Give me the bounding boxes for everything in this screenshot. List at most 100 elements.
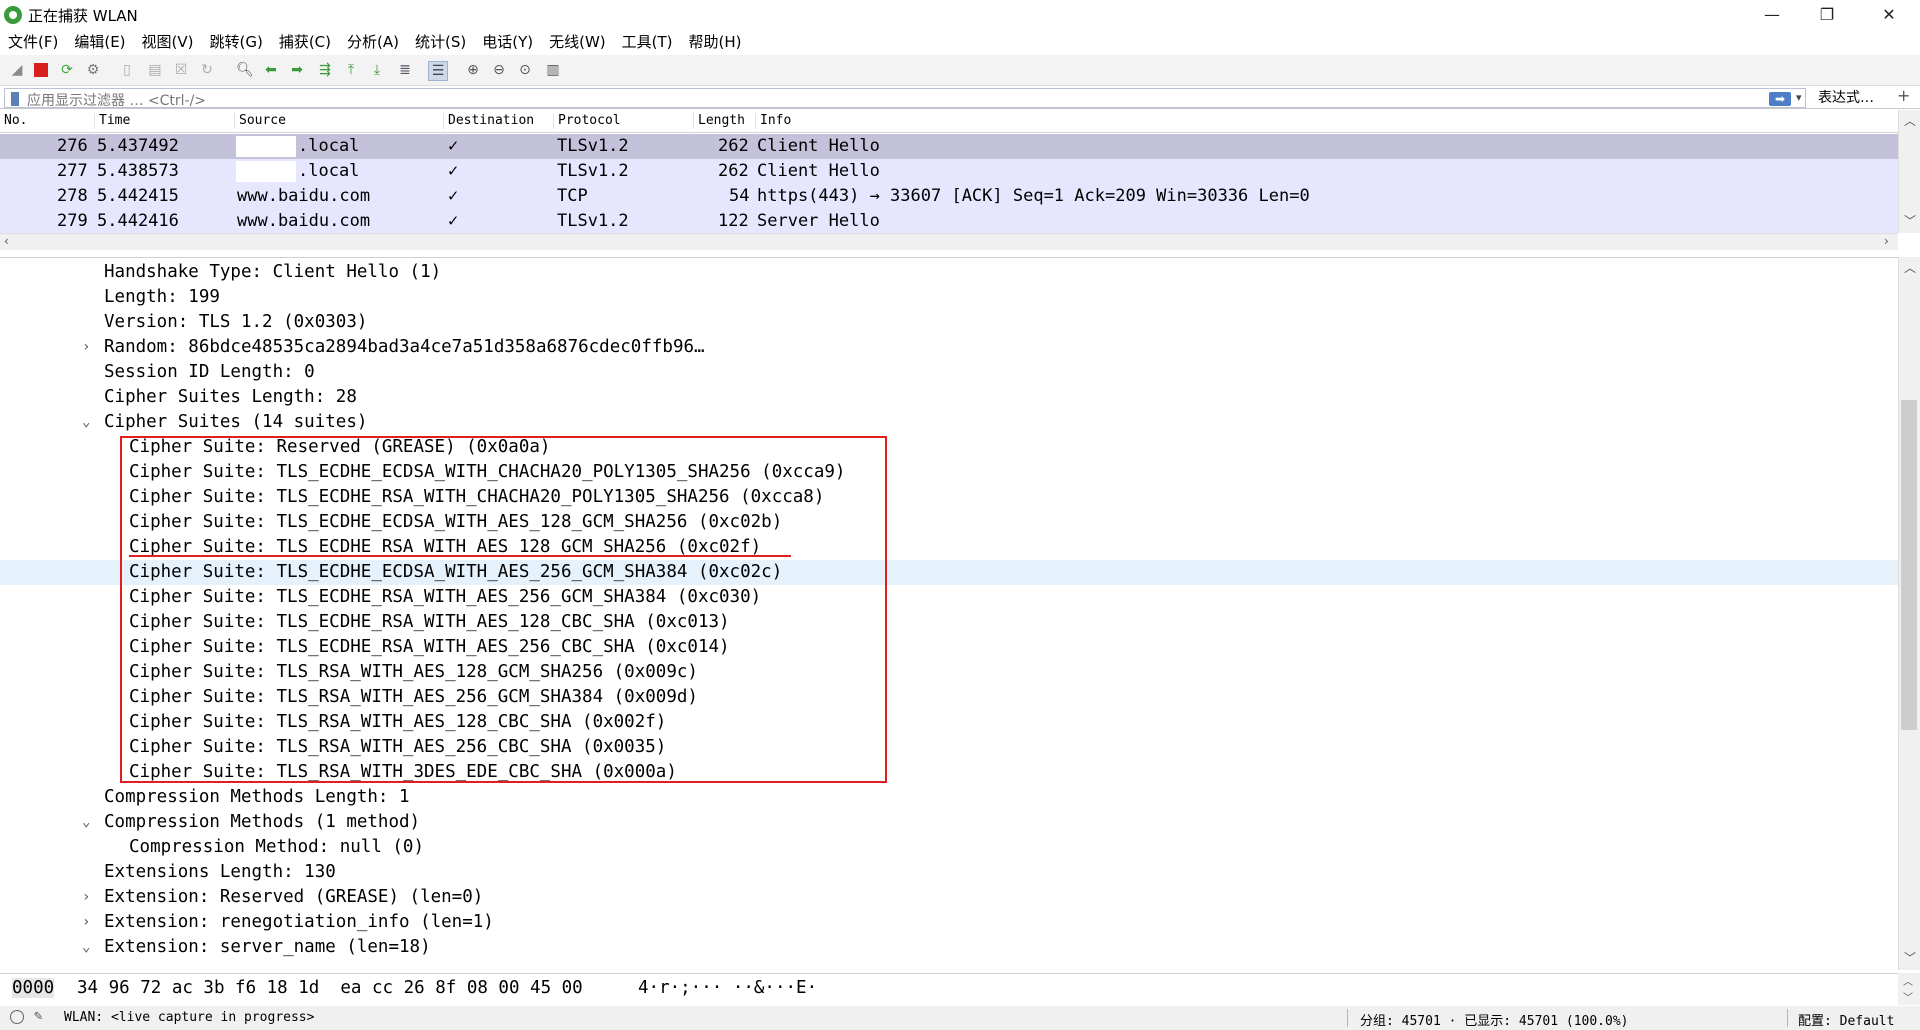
col-length[interactable]: Length [693,113,745,129]
col-protocol[interactable]: Protocol [553,113,621,129]
detail-item-text: Session ID Length: 0 [104,362,315,382]
zoom-in-icon[interactable]: ⊕ [464,61,482,79]
menu-capture[interactable]: 捕获(C) [271,30,339,55]
close-button[interactable]: ✕ [1862,0,1916,30]
scroll-up-icon[interactable]: ︿ [1903,973,1913,988]
chevron-down-icon[interactable]: ▾ [1796,91,1802,104]
shark-fin-icon[interactable]: ◢ [8,61,26,79]
col-destination[interactable]: Destination [443,113,534,129]
detail-tree-item[interactable]: Length: 199 [0,285,1898,310]
go-back-icon[interactable]: ⬅ [262,61,280,79]
profile-label[interactable]: 配置: Default [1798,1010,1894,1029]
packet-row[interactable]: 278 5.442415 www.baidu.com ✓ TCP 54 http… [0,184,1898,209]
detail-tree-item[interactable]: ⌄ Compression Methods (1 method) [0,810,1898,835]
packet-time: 5.437492 [97,136,179,156]
detail-tree-item[interactable]: › Extension: renegotiation_info (len=1) [0,910,1898,935]
scroll-up-icon[interactable]: ︿ [1904,259,1916,276]
expression-button[interactable]: 表达式… [1818,87,1874,107]
detail-tree-item[interactable]: Compression Methods Length: 1 [0,785,1898,810]
detail-tree-item[interactable]: Cipher Suites Length: 28 [0,385,1898,410]
col-no[interactable]: No. [0,113,27,129]
menu-view[interactable]: 视图(V) [134,30,202,55]
expand-chevron-down-icon[interactable]: ⌄ [82,410,90,435]
zoom-out-icon[interactable]: ⊖ [490,61,508,79]
go-last-icon[interactable]: ⤓ [368,61,386,79]
menu-telephony[interactable]: 电话(Y) [474,30,541,55]
packet-row[interactable]: 277 5.438573 .local ✓ TLSv1.2 262 Client… [0,159,1898,184]
minimize-button[interactable]: — [1745,0,1799,30]
scroll-right-icon[interactable]: › [1884,234,1889,248]
menu-statistics[interactable]: 统计(S) [407,30,474,55]
col-info[interactable]: Info [755,113,791,129]
col-time[interactable]: Time [94,113,130,129]
window-title: 正在捕获 WLAN [28,7,138,25]
menu-help[interactable]: 帮助(H) [681,30,750,55]
menu-wireless[interactable]: 无线(W) [541,30,614,55]
restart-capture-icon[interactable]: ⟳ [58,61,76,79]
bookmark-icon[interactable] [11,92,19,106]
detail-tree-item[interactable]: ⌄ Cipher Suites (14 suites) [0,410,1898,435]
open-file-icon[interactable]: ▯ [118,61,136,79]
detail-tree-item[interactable]: Session ID Length: 0 [0,360,1898,385]
menu-tools[interactable]: 工具(T) [614,30,681,55]
expand-chevron-down-icon[interactable]: ⌄ [82,810,90,835]
detail-tree-item[interactable]: Version: TLS 1.2 (0x0303) [0,310,1898,335]
detail-tree-item[interactable]: › Extension: Reserved (GREASE) (len=0) [0,885,1898,910]
resize-columns-icon[interactable]: ▥ [544,61,562,79]
go-forward-icon[interactable]: ➡ [288,61,306,79]
capture-options-icon[interactable]: ⚙ [84,61,102,79]
bytes-vertical-scrollbar[interactable]: ︿ ﹀ [1898,973,1920,1005]
scroll-left-icon[interactable]: ‹ [4,234,9,248]
packet-info: https(443) → 33607 [ACK] Seq=1 Ack=209 W… [757,186,1310,206]
detail-tree-item[interactable]: › Random: 86bdce48535ca2894bad3a4ce7a51d3… [0,335,1898,360]
redacted-source [236,136,296,157]
maximize-button[interactable]: ❐ [1800,0,1854,30]
auto-scroll-icon[interactable]: ≣ [396,61,414,79]
detail-tree-item[interactable]: ⌄ Extension: server_name (len=18) [0,935,1898,960]
byte-hex[interactable]: 34 96 72 ac 3b f6 18 1d ea cc 26 8f 08 0… [77,978,583,998]
packet-list-vertical-scrollbar[interactable]: ︿ ﹀ [1898,110,1920,233]
expert-info-icon[interactable] [10,1010,24,1024]
col-source[interactable]: Source [234,113,286,129]
go-first-icon[interactable]: ⤒ [342,61,360,79]
scroll-down-icon[interactable]: ﹀ [1903,989,1913,1004]
detail-item-text: Compression Methods (1 method) [104,812,421,832]
menu-file[interactable]: 文件(F) [0,30,66,55]
zoom-normal-icon[interactable]: ⊙ [516,61,534,79]
expand-chevron-right-icon[interactable]: › [82,335,90,360]
packet-list-horizontal-scrollbar[interactable]: ‹ › [0,233,1898,250]
go-to-packet-icon[interactable]: ⇶ [316,61,334,79]
packet-row[interactable]: 279 5.442416 www.baidu.com ✓ TLSv1.2 122… [0,209,1898,234]
menu-go[interactable]: 跳转(G) [202,30,271,55]
title-bar: 正在捕获 WLAN — ❐ ✕ [0,0,1920,30]
packet-info: Client Hello [757,136,880,156]
stop-capture-icon[interactable] [32,61,50,79]
scroll-down-icon[interactable]: ﹀ [1904,949,1916,966]
colorize-icon[interactable]: ☰ [428,61,448,81]
display-filter-input[interactable]: 应用显示过滤器 … <Ctrl-/> ➡ ▾ [4,88,1806,109]
menu-edit[interactable]: 编辑(E) [66,30,133,55]
save-file-icon[interactable]: ▤ [146,61,164,79]
expand-chevron-right-icon[interactable]: › [82,885,90,910]
close-file-icon[interactable]: ☒ [172,61,190,79]
detail-item-text: Version: TLS 1.2 (0x0303) [104,312,368,332]
find-packet-icon[interactable]: 🔍︎ [236,61,254,79]
detail-tree-item[interactable]: Compression Method: null (0) [0,835,1898,860]
scroll-up-icon[interactable]: ︿ [1904,112,1916,129]
menu-analyze[interactable]: 分析(A) [339,30,407,55]
capture-comment-icon[interactable]: ✎ [34,1008,42,1024]
scroll-down-icon[interactable]: ﹀ [1904,212,1916,229]
details-scroll-thumb[interactable] [1901,400,1917,730]
expand-chevron-right-icon[interactable]: › [82,910,90,935]
packet-row[interactable]: 276 5.437492 .local ✓ TLSv1.2 262 Client… [0,134,1898,159]
byte-ascii[interactable]: 4·r·;··· ··&···E· [638,978,817,998]
detail-item-text: Length: 199 [104,287,220,307]
apply-filter-arrow-icon[interactable]: ➡ [1769,92,1791,106]
expand-chevron-down-icon[interactable]: ⌄ [82,935,90,960]
filter-placeholder: 应用显示过滤器 … <Ctrl-/> [27,93,207,109]
detail-item-text: Handshake Type: Client Hello (1) [104,262,442,282]
detail-tree-item[interactable]: Handshake Type: Client Hello (1) [0,260,1898,285]
add-filter-button[interactable]: + [1897,86,1910,105]
detail-tree-item[interactable]: Extensions Length: 130 [0,860,1898,885]
reload-icon[interactable]: ↻ [198,61,216,79]
